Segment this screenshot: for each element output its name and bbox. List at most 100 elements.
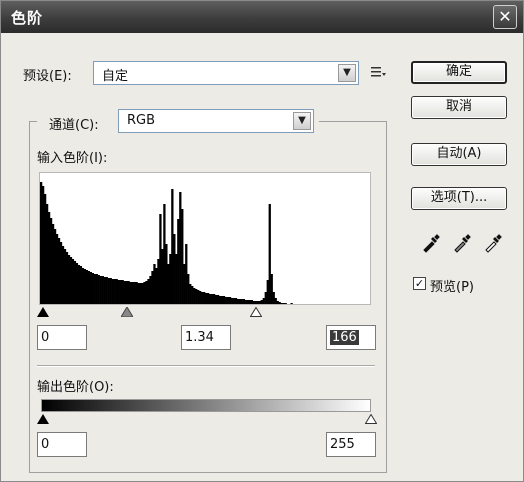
histogram-bar (290, 303, 293, 304)
histogram-bar (157, 259, 160, 304)
histogram-bar (258, 301, 261, 304)
histogram-bar (266, 280, 269, 304)
histogram-bar (206, 293, 210, 304)
histogram-bar (155, 268, 158, 304)
input-gamma-field[interactable]: 1.34 (181, 325, 231, 350)
group-border (29, 121, 37, 122)
histogram-bar (85, 270, 89, 304)
histogram-bar (177, 219, 180, 304)
histogram-bar (163, 204, 166, 304)
output-black-slider[interactable] (37, 413, 49, 424)
histogram-bar (234, 298, 238, 304)
histogram-bar (193, 288, 196, 304)
input-levels-label: 输入色阶(I): (37, 151, 108, 166)
chevron-down-icon[interactable]: ▼ (338, 64, 356, 82)
histogram-bar (183, 264, 186, 304)
histogram-bar (63, 249, 67, 304)
preview-label: 预览(P) (430, 280, 474, 295)
histogram-bar (226, 297, 230, 304)
histogram-bar (195, 289, 198, 304)
histogram-bar (53, 229, 57, 304)
histogram-bar (230, 298, 234, 304)
gray-eyedropper-icon[interactable] (452, 233, 472, 253)
group-border (319, 121, 387, 122)
histogram-bar (228, 297, 232, 304)
histogram-bar (218, 296, 222, 304)
histogram-bar (111, 279, 114, 304)
histogram-bar (89, 272, 92, 304)
output-black-field[interactable]: 0 (37, 432, 87, 457)
histogram-bar (91, 273, 94, 304)
channel-value: RGB (127, 113, 156, 128)
histogram-bar (280, 303, 283, 304)
histogram-bar (222, 296, 226, 304)
histogram-bar (55, 234, 59, 304)
histogram-bar (139, 283, 142, 304)
histogram-bar (119, 280, 122, 304)
histogram-bar (212, 294, 216, 304)
histogram-bar (236, 299, 240, 304)
histogram-bar (149, 276, 152, 304)
histogram-bar (244, 300, 248, 304)
histogram-bar (147, 279, 150, 304)
close-icon: ✕ (498, 7, 512, 26)
auto-button[interactable]: 自动(A) (411, 143, 507, 166)
histogram-bar (171, 189, 174, 304)
histogram-bar (57, 238, 61, 304)
histogram-bar (262, 298, 265, 304)
cancel-button[interactable]: 取消 (411, 96, 507, 119)
histogram-bar (197, 290, 200, 304)
preview-checkbox[interactable]: ✓ (413, 277, 426, 290)
preset-label: 预设(E): (23, 69, 72, 84)
histogram-bar (79, 266, 83, 304)
histogram-bar (103, 277, 106, 304)
channel-select[interactable]: RGB ▼ (118, 109, 314, 133)
histogram-bar (125, 281, 128, 304)
histogram-bar (220, 296, 224, 304)
white-eyedropper-icon[interactable] (483, 233, 503, 253)
histogram-bar (270, 274, 273, 304)
black-eyedropper-icon[interactable] (421, 233, 441, 253)
histogram-bar (187, 274, 190, 304)
histogram-bar (45, 204, 49, 304)
histogram-bar (129, 282, 132, 304)
histogram-bar (232, 298, 236, 304)
preset-menu-icon[interactable] (370, 65, 386, 79)
histogram-bar (185, 244, 188, 304)
histogram-bar (69, 257, 73, 304)
histogram-bar (51, 224, 55, 304)
histogram-bar (224, 297, 228, 304)
title-bar[interactable]: 色阶 ✕ (1, 1, 523, 33)
ok-button[interactable]: 确定 (411, 61, 507, 84)
output-white-slider[interactable] (364, 413, 378, 424)
histogram-bar (75, 263, 79, 304)
histogram-bar (49, 218, 53, 304)
histogram-bar (73, 261, 77, 304)
input-black-slider[interactable] (37, 306, 49, 317)
input-white-field[interactable]: 166 (326, 325, 376, 350)
input-white-slider[interactable] (249, 306, 263, 317)
histogram-bar (135, 282, 138, 304)
histogram-bar (115, 279, 118, 304)
input-gamma-slider[interactable] (120, 306, 134, 318)
histogram-bar (40, 182, 43, 304)
histogram-bar (95, 274, 98, 304)
input-black-field[interactable]: 0 (37, 325, 87, 350)
preset-select[interactable]: 自定 ▼ (93, 61, 359, 85)
options-button[interactable]: 选项(T)... (411, 187, 507, 210)
histogram-bar (260, 300, 263, 304)
histogram-bar (167, 264, 170, 304)
histogram-bar (214, 295, 218, 304)
close-button[interactable]: ✕ (493, 5, 517, 29)
output-white-field[interactable]: 255 (326, 432, 376, 457)
histogram-bar (97, 275, 100, 304)
histogram-bar (87, 271, 90, 304)
histogram-bar (181, 209, 184, 304)
histogram-bar (143, 282, 146, 304)
histogram-bar (242, 299, 246, 304)
histogram-bar (274, 298, 277, 304)
histogram-bar (67, 255, 71, 304)
histogram-bar (47, 212, 51, 304)
histogram-bar (77, 265, 81, 304)
chevron-down-icon[interactable]: ▼ (293, 112, 311, 130)
